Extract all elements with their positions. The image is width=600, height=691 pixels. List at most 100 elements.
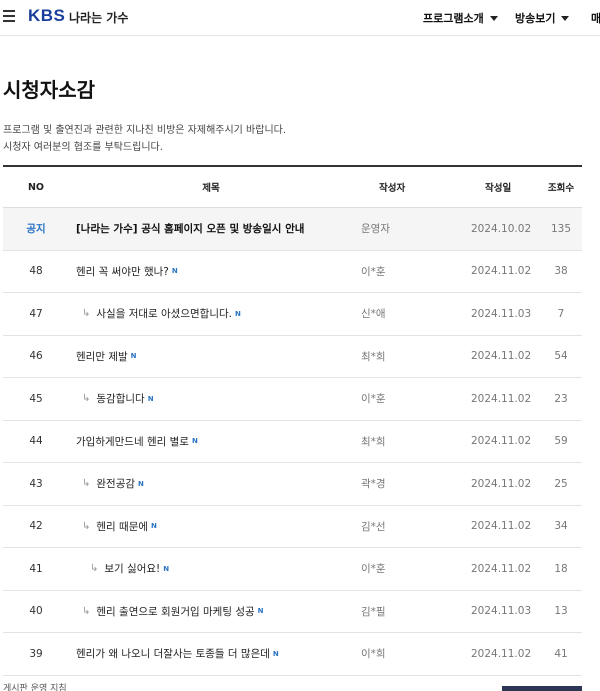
new-badge: N: [147, 394, 154, 403]
row-writer: 이*훈: [361, 265, 386, 278]
row-title-link[interactable]: ↳ 사실을 저대로 아셨으면합니다. N: [76, 293, 346, 335]
table-row[interactable]: 48 헨리 꼭 써야만 했나? N 이*훈 2024.11.02 38: [3, 251, 582, 293]
row-writer: 곽*경: [361, 478, 386, 491]
table-row[interactable]: 47 ↳ 사실을 저대로 아셨으면합니다. N 신*애 2024.11.03 7: [3, 293, 582, 336]
row-no: 공지: [26, 223, 46, 236]
notice-line: 프로그램 및 출연진과 관련한 지나친 비방은 자제해주시기 바랍니다.: [3, 125, 287, 136]
kbs-logo[interactable]: KBS: [28, 6, 65, 26]
row-writer: 이*훈: [361, 393, 386, 406]
reply-arrow-icon: ↳: [82, 308, 91, 320]
site-header: KBS 나라는 가수 프로그램소개 방송보기 매: [0, 0, 600, 36]
row-title-text: 동감합니다: [96, 393, 145, 406]
row-date: 2024.11.02: [471, 562, 532, 575]
row-views: 54: [554, 350, 568, 363]
row-title-link[interactable]: 가입하게만드네 헨리 별로 N: [76, 421, 346, 463]
row-title-text: 헨리 꼭 써야만 했나?: [76, 265, 169, 278]
row-date: 2024.11.02: [471, 435, 532, 448]
row-title-link[interactable]: 헨리 꼭 써야만 했나? N: [76, 251, 346, 293]
new-badge: N: [130, 352, 137, 361]
table-row[interactable]: 45 ↳ 동감합니다 N 이*훈 2024.11.02 23: [3, 378, 582, 421]
row-views: 34: [554, 520, 568, 533]
reply-arrow-icon: ↳: [82, 520, 91, 532]
row-title-link[interactable]: 헨리만 제발 N: [76, 336, 346, 378]
reply-arrow-icon: ↳: [90, 563, 99, 575]
row-no: 40: [29, 605, 43, 618]
hamburger-menu-icon[interactable]: [3, 10, 15, 22]
new-badge: N: [257, 607, 264, 616]
row-title-link[interactable]: ↳ 헨리 출연으로 회원거입 마케팅 성공 N: [76, 591, 346, 633]
row-views: 25: [554, 477, 568, 490]
new-badge: N: [191, 437, 198, 446]
row-title-link[interactable]: 헨리가 왜 나오니 더잘사는 토종들 더 많은데 N: [76, 633, 346, 675]
row-title-link[interactable]: ↳ 보기 싫어요! N: [76, 548, 346, 590]
row-views: 23: [554, 392, 568, 405]
board-policy-link[interactable]: 게시판 운영 지침: [3, 681, 67, 691]
row-date: 2024.11.03: [471, 307, 532, 320]
row-date: 2024.11.02: [471, 265, 532, 278]
nav-label: 방송보기: [515, 12, 556, 25]
row-date: 2024.11.03: [471, 605, 532, 618]
row-title-text: 헨리 출연으로 회원거입 마케팅 성공: [96, 605, 255, 618]
board-notice: 프로그램 및 출연진과 관련한 지나친 비방은 자제해주시기 바랍니다. 시청자…: [3, 122, 286, 156]
table-row[interactable]: 44 가입하게만드네 헨리 별로 N 최*희 2024.11.02 59: [3, 421, 582, 463]
row-no: 42: [29, 520, 43, 533]
new-badge: N: [163, 564, 170, 573]
row-no: 47: [29, 307, 43, 320]
row-writer: 최*희: [361, 435, 386, 448]
table-row[interactable]: 42 ↳ 헨리 때문에 N 김*선 2024.11.02 34: [3, 506, 582, 548]
row-title-link[interactable]: ↳ 완전공감 N: [76, 463, 346, 505]
row-writer: 운영자: [361, 223, 390, 236]
row-title-text: 완전공감: [96, 478, 136, 491]
table-header: NO 제목 작성자 작성일 조회수: [3, 167, 582, 208]
row-views: 38: [554, 265, 568, 278]
board-table: NO 제목 작성자 작성일 조회수 공지 [나라는 가수] 공식 홈페이지 오픈…: [3, 165, 582, 676]
row-title-text: 헨리 때문에: [96, 520, 149, 533]
row-no: 46: [29, 350, 43, 363]
nav-truncated[interactable]: 매: [591, 10, 600, 26]
row-date: 2024.11.02: [471, 350, 532, 363]
row-no: 41: [29, 562, 43, 575]
table-row[interactable]: 41 ↳ 보기 싫어요! N 이*훈 2024.11.02 18: [3, 548, 582, 591]
reply-arrow-icon: ↳: [82, 605, 91, 617]
col-header-views: 조회수: [547, 183, 575, 194]
row-writer: 김*필: [361, 605, 386, 618]
row-writer: 신*애: [361, 308, 386, 321]
table-row[interactable]: 40 ↳ 헨리 출연으로 회원거입 마케팅 성공 N 김*필 2024.11.03 …: [3, 591, 582, 633]
notice-line: 시청자 여러분의 협조를 부탁드립니다.: [3, 142, 163, 153]
row-views: 41: [554, 647, 568, 660]
write-button[interactable]: [502, 686, 582, 691]
new-badge: N: [151, 522, 157, 531]
chevron-down-icon: [489, 16, 498, 21]
row-no: 44: [29, 435, 43, 448]
table-row-notice[interactable]: 공지 [나라는 가수] 공식 홈페이지 오픈 및 방송일시 안내 운영자 202…: [3, 208, 582, 251]
row-views: 18: [554, 562, 568, 575]
row-date: 2024.11.02: [471, 520, 532, 533]
row-title-text: 헨리만 제발: [76, 350, 128, 363]
nav-watch[interactable]: 방송보기: [515, 10, 570, 26]
row-writer: 이*희: [361, 648, 386, 661]
table-row[interactable]: 39 헨리가 왜 나오니 더잘사는 토종들 더 많은데 N 이*희 2024.11…: [3, 633, 582, 676]
row-title-link[interactable]: ↳ 동감합니다 N: [76, 378, 346, 420]
row-writer: 이*훈: [361, 563, 386, 576]
nav-program-intro[interactable]: 프로그램소개: [423, 10, 498, 26]
row-title-text: 보기 싫어요!: [104, 563, 161, 576]
program-title[interactable]: 나라는 가수: [69, 9, 128, 26]
reply-arrow-icon: ↳: [82, 478, 91, 490]
row-no: 43: [29, 477, 43, 490]
row-title-text: [나라는 가수] 공식 홈페이지 오픈 및 방송일시 안내: [76, 223, 305, 236]
row-date: 2024.11.02: [471, 392, 532, 405]
row-title-link[interactable]: [나라는 가수] 공식 홈페이지 오픈 및 방송일시 안내: [76, 208, 346, 250]
row-views: 13: [554, 605, 568, 618]
row-title-link[interactable]: ↳ 헨리 때문에 N: [76, 506, 346, 548]
new-badge: N: [171, 267, 178, 276]
row-date: 2024.11.02: [471, 477, 532, 490]
row-date: 2024.11.02: [471, 647, 532, 660]
nav-label: 프로그램소개: [423, 12, 484, 25]
table-row[interactable]: 46 헨리만 제발 N 최*희 2024.11.02 54: [3, 336, 582, 378]
reply-arrow-icon: ↳: [82, 393, 91, 405]
row-no: 48: [29, 265, 43, 278]
table-row[interactable]: 43 ↳ 완전공감 N 곽*경 2024.11.02 25: [3, 463, 582, 506]
col-header-writer: 작성자: [379, 183, 406, 194]
row-title-text: 헨리가 왜 나오니 더잘사는 토종들 더 많은데: [76, 648, 270, 661]
col-header-title: 제목: [202, 183, 220, 194]
